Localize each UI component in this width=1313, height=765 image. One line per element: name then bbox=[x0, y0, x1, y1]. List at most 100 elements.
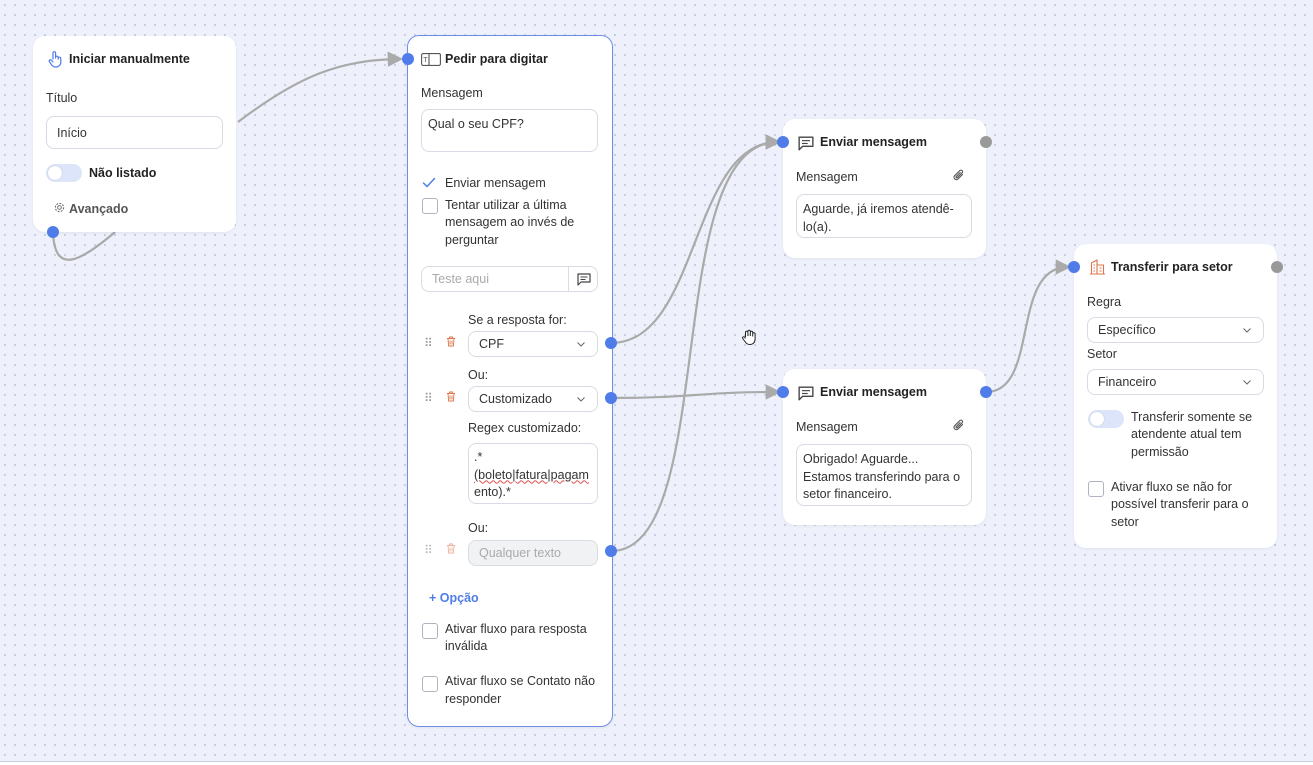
se-resposta-label: Se a resposta for: bbox=[468, 313, 567, 327]
msg2-text-line-2: Estamos transferindo para o bbox=[803, 469, 961, 484]
msg2-text-input[interactable]: Obrigado! Aguarde... Estamos transferind… bbox=[796, 444, 972, 506]
regra-label: Regra bbox=[1087, 295, 1122, 309]
msg2-text-line-1: Obrigado! Aguarde... bbox=[803, 452, 919, 466]
option3-output-port[interactable] bbox=[605, 545, 617, 557]
no-reply-checkbox[interactable] bbox=[422, 676, 438, 692]
transfer-input-port[interactable] bbox=[1068, 261, 1080, 273]
send-message-1-title: Enviar mensagem bbox=[820, 135, 927, 149]
option1-value: CPF bbox=[479, 337, 504, 351]
no-reply-label-1: Ativar fluxo se Contato não bbox=[445, 674, 596, 688]
nao-listado-label: Não listado bbox=[89, 166, 157, 180]
regra-select[interactable]: Específico bbox=[1087, 317, 1264, 343]
transfer-output-port[interactable] bbox=[1271, 261, 1283, 273]
option2-output-port[interactable] bbox=[605, 392, 617, 404]
ask-node[interactable]: T Pedir para digitar Mensagem Qual o seu… bbox=[407, 35, 613, 727]
trash-icon[interactable] bbox=[446, 543, 456, 554]
trash-icon[interactable] bbox=[446, 391, 456, 402]
invalid-response-label-1: Ativar fluxo para resposta bbox=[445, 622, 587, 636]
trash-icon[interactable] bbox=[446, 336, 456, 347]
permission-label-3: permissão bbox=[1131, 445, 1189, 459]
msg1-text-line-2: lo(a). bbox=[803, 219, 832, 234]
start-node[interactable]: Iniciar manualmente Título Início Não li… bbox=[33, 36, 236, 232]
chat-icon bbox=[798, 386, 814, 401]
msg1-text-input[interactable]: Aguarde, já iremos atendê- lo(a). bbox=[796, 194, 972, 238]
option2-value: Customizado bbox=[479, 392, 552, 406]
avancado-link[interactable]: Avançado bbox=[69, 202, 128, 216]
fallback-label-3: setor bbox=[1111, 515, 1139, 529]
svg-text:T: T bbox=[423, 57, 428, 64]
tentar-ultima-label-1: Tentar utilizar a última bbox=[445, 198, 567, 212]
tentar-ultima-checkbox[interactable] bbox=[422, 198, 438, 214]
regex-label: Regex customizado: bbox=[468, 421, 582, 435]
teste-send-button[interactable] bbox=[568, 267, 599, 291]
grab-cursor-icon bbox=[742, 329, 756, 345]
wire-cpf-to-msg1 bbox=[610, 134, 782, 345]
msg1-mensagem-label: Mensagem bbox=[796, 170, 858, 184]
chevron-down-icon bbox=[577, 397, 585, 402]
transfer-node[interactable]: Transferir para setor Regra Específico S… bbox=[1074, 244, 1277, 548]
titulo-label: Título bbox=[46, 91, 78, 105]
chat-icon bbox=[577, 273, 591, 286]
send-message-node-2[interactable]: Enviar mensagem Mensagem Obrigado! Aguar… bbox=[783, 369, 986, 525]
ou-label-2: Ou: bbox=[468, 521, 489, 535]
drag-handle-icon[interactable]: ⠿ bbox=[424, 391, 433, 405]
invalid-response-checkbox[interactable] bbox=[422, 623, 438, 639]
transfer-node-title: Transferir para setor bbox=[1111, 260, 1233, 274]
no-reply-label-2: responder bbox=[445, 692, 502, 706]
msg2-mensagem-label: Mensagem bbox=[796, 420, 858, 434]
drag-handle-icon[interactable]: ⠿ bbox=[424, 336, 433, 350]
option2-select[interactable]: Customizado bbox=[468, 386, 598, 412]
titulo-input[interactable]: Início bbox=[46, 116, 223, 149]
regex-input[interactable]: .* (boleto|fatura|pagam ento).* bbox=[468, 443, 598, 504]
wire-msg2-to-transfer bbox=[985, 259, 1072, 394]
tentar-ultima-label-3: perguntar bbox=[445, 233, 499, 247]
ou-label-1: Ou: bbox=[468, 368, 489, 382]
wire-any-to-msg1 bbox=[610, 134, 782, 553]
start-output-port[interactable] bbox=[47, 226, 59, 238]
regex-line-2: (boleto|fatura|pagam bbox=[474, 467, 589, 482]
permission-toggle[interactable] bbox=[1088, 410, 1124, 428]
regex-line-1: .* bbox=[474, 450, 483, 464]
send-message-node-1[interactable]: Enviar mensagem Mensagem Aguarde, já ire… bbox=[783, 119, 986, 258]
invalid-response-label-2: inválida bbox=[445, 639, 488, 653]
chevron-down-icon bbox=[1243, 380, 1251, 385]
option3-placeholder: Qualquer texto bbox=[479, 546, 561, 560]
permission-label-1: Transferir somente se bbox=[1131, 410, 1253, 424]
paperclip-icon[interactable] bbox=[953, 169, 965, 182]
regra-value: Específico bbox=[1098, 323, 1156, 337]
ask-mensagem-input[interactable]: Qual o seu CPF? bbox=[421, 109, 598, 152]
chat-icon bbox=[798, 136, 814, 151]
start-node-title: Iniciar manualmente bbox=[69, 52, 190, 66]
setor-select[interactable]: Financeiro bbox=[1087, 369, 1264, 395]
regex-line-3: ento).* bbox=[474, 485, 511, 499]
msg1-output-port[interactable] bbox=[980, 136, 992, 148]
setor-label: Setor bbox=[1087, 347, 1117, 361]
gear-icon[interactable] bbox=[54, 202, 65, 213]
permission-label-2: atendente atual tem bbox=[1131, 427, 1242, 441]
check-icon[interactable] bbox=[422, 177, 436, 189]
msg2-output-port[interactable] bbox=[980, 386, 992, 398]
option1-select[interactable]: CPF bbox=[468, 331, 598, 357]
chevron-down-icon bbox=[577, 342, 585, 347]
fallback-checkbox[interactable] bbox=[1088, 481, 1104, 497]
option3-input[interactable]: Qualquer texto bbox=[468, 540, 598, 566]
drag-handle-icon[interactable]: ⠿ bbox=[424, 543, 433, 557]
enviar-mensagem-label: Enviar mensagem bbox=[445, 176, 546, 190]
ask-input-port[interactable] bbox=[402, 53, 414, 65]
fallback-label-1: Ativar fluxo se não for bbox=[1111, 480, 1232, 494]
building-icon bbox=[1090, 259, 1105, 275]
setor-value: Financeiro bbox=[1098, 375, 1157, 389]
chevron-down-icon bbox=[1243, 328, 1251, 333]
nao-listado-toggle[interactable] bbox=[46, 164, 82, 182]
send-message-2-title: Enviar mensagem bbox=[820, 385, 927, 399]
paperclip-icon[interactable] bbox=[953, 419, 965, 432]
ask-node-title: Pedir para digitar bbox=[445, 52, 548, 66]
wire-custom-to-msg2 bbox=[610, 384, 782, 400]
ask-mensagem-label: Mensagem bbox=[421, 86, 483, 100]
msg2-input-port[interactable] bbox=[777, 386, 789, 398]
option1-output-port[interactable] bbox=[605, 337, 617, 349]
msg1-text-line-1: Aguarde, já iremos atendê- bbox=[803, 202, 954, 216]
msg1-input-port[interactable] bbox=[777, 136, 789, 148]
add-option-button[interactable]: + Opção bbox=[429, 591, 479, 605]
msg2-text-line-3: setor financeiro. bbox=[803, 487, 892, 501]
